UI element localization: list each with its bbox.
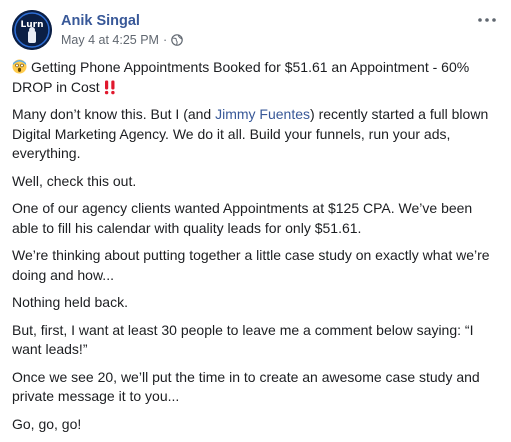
paragraph-1-start: Many don’t know this. But I (and — [12, 106, 216, 122]
paragraph-8: Go, go, go! — [12, 415, 82, 432]
post-timestamp[interactable]: May 4 at 4:25 PM — [61, 33, 159, 47]
avatar[interactable]: Lurn — [12, 10, 52, 50]
post-body: Getting Phone Appointments Booked for $5… — [12, 58, 499, 442]
paragraph-2: Well, check this out. — [12, 172, 137, 189]
paragraph-3: One of our agency clients wanted Appoint… — [12, 200, 473, 236]
mention-link[interactable]: Jimmy Fuentes — [215, 106, 310, 122]
post-headline: Getting Phone Appointments Booked for $5… — [12, 58, 499, 97]
post-meta: May 4 at 4:25 PM · — [61, 33, 183, 47]
facebook-post: Lurn Anik Singal May 4 at 4:25 PM · Gett… — [0, 0, 511, 432]
globe-icon[interactable] — [171, 34, 183, 46]
paragraph-1: Many don’t know this. But I (and Jimmy F… — [12, 105, 499, 164]
paragraph-7: Once we see 20, we’ll put the time in to… — [12, 368, 480, 405]
headline-text: Getting Phone Appointments Booked for $5… — [12, 59, 470, 95]
paragraph-6: But, first, I want at least 30 people to… — [12, 321, 474, 358]
author-name[interactable]: Anik Singal — [61, 13, 140, 29]
double-exclamation-icon — [102, 79, 118, 95]
more-options-icon[interactable] — [475, 10, 499, 30]
lurn-logo-icon: Lurn — [12, 10, 52, 50]
paragraph-5: Nothing held back. — [12, 294, 128, 310]
meta-separator: · — [162, 33, 168, 47]
post-header: Lurn Anik Singal May 4 at 4:25 PM · — [12, 8, 499, 50]
paragraph-4: We’re thinking about putting together a … — [12, 247, 490, 283]
scream-face-icon — [12, 59, 27, 74]
